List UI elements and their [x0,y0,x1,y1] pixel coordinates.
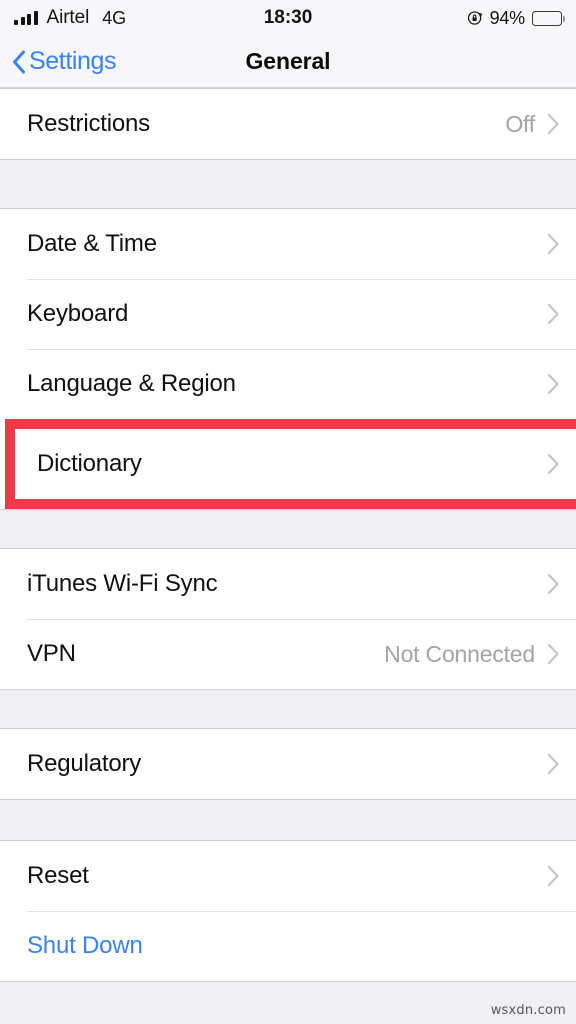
chevron-right-icon [547,865,559,887]
row-date-and-time[interactable]: Date & Time [0,209,576,279]
network-type: 4G [102,7,127,28]
row-keyboard-label: Keyboard [27,300,129,327]
row-language-and-region[interactable]: Language & Region [0,349,576,419]
group-spacer-2 [0,510,576,548]
iphone-settings-screen: Airtel 4G 18:30 94% Settings General Res… [0,0,576,1024]
row-dictionary-label: Dictionary [37,450,142,477]
chevron-right-icon [547,373,559,395]
watermark: wsxdn.com [490,1003,566,1018]
row-shut-down-label: Shut Down [27,932,143,959]
signal-bars-icon [14,11,38,25]
chevron-right-icon [547,573,559,595]
status-bar: Airtel 4G 18:30 94% [0,0,576,36]
row-regulatory[interactable]: Regulatory [0,729,576,799]
row-restrictions[interactable]: Restrictions Off [0,89,576,159]
row-itunes-wifi-sync-label: iTunes Wi-Fi Sync [27,570,218,597]
row-reset[interactable]: Reset [0,841,576,911]
row-restrictions-label: Restrictions [27,110,150,137]
row-date-and-time-label: Date & Time [27,230,157,257]
chevron-right-icon [547,233,559,255]
settings-list[interactable]: Restrictions Off Date & Time Keyboard La… [0,88,576,1024]
group-spacer-4 [0,800,576,840]
locale-group: Date & Time Keyboard Language & Region D… [0,208,576,510]
row-itunes-wifi-sync[interactable]: iTunes Wi-Fi Sync [0,549,576,619]
row-language-and-region-label: Language & Region [27,370,236,397]
chevron-right-icon [547,753,559,775]
chevron-right-icon [547,453,559,475]
row-vpn[interactable]: VPN Not Connected [0,619,576,689]
row-vpn-label: VPN [27,640,76,667]
rotation-lock-icon [467,11,482,25]
battery-full-icon [532,10,565,26]
group-spacer-1 [0,160,576,208]
row-keyboard[interactable]: Keyboard [0,279,576,349]
row-restrictions-value: Off [505,110,535,137]
status-bar-right: 94% [467,7,565,29]
chevron-right-icon [547,113,559,135]
row-regulatory-label: Regulatory [27,750,142,777]
chevron-left-icon [13,50,25,73]
reset-group: Reset Shut Down [0,840,576,982]
row-shut-down[interactable]: Shut Down [0,911,576,981]
regulatory-group: Regulatory [0,728,576,800]
group-spacer-3 [0,690,576,728]
status-bar-left: Airtel 4G [14,7,126,29]
navigation-bar: Settings General [0,36,576,88]
chevron-right-icon [547,303,559,325]
restrictions-group: Restrictions Off [0,88,576,160]
chevron-right-icon [547,643,559,665]
row-vpn-value: Not Connected [384,640,535,667]
row-reset-label: Reset [27,862,89,889]
back-button[interactable]: Settings [0,47,117,76]
battery-percent-label: 94% [489,7,526,28]
sync-group: iTunes Wi-Fi Sync VPN Not Connected [0,548,576,690]
row-dictionary[interactable]: Dictionary [15,429,576,499]
dictionary-highlight-box: Dictionary [5,419,576,509]
carrier-name: Airtel [46,7,90,28]
back-button-label: Settings [29,47,117,75]
